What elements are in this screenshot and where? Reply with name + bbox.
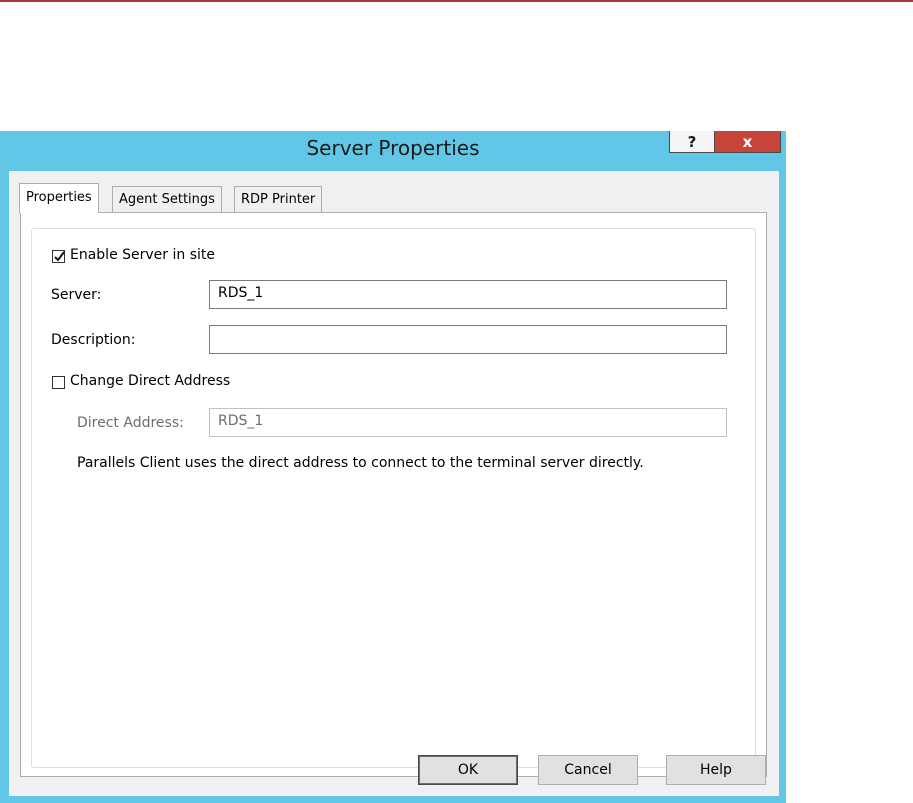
top-accent-line [0, 0, 913, 2]
tab-rdp-printer[interactable]: RDP Printer [234, 186, 323, 212]
description-input[interactable] [209, 325, 727, 354]
checkmark-icon [54, 251, 65, 262]
close-button[interactable]: x [714, 131, 781, 153]
change-direct-address-label[interactable]: Change Direct Address [70, 373, 230, 389]
direct-address-info: Parallels Client uses the direct address… [77, 455, 644, 471]
help-button[interactable]: Help [666, 755, 766, 785]
direct-address-input: RDS_1 [209, 408, 727, 437]
enable-server-label[interactable]: Enable Server in site [70, 247, 215, 263]
tab-agent-settings[interactable]: Agent Settings [112, 186, 222, 212]
title-bar[interactable]: Server Properties ? x [0, 131, 786, 171]
dialog-client-area: Properties Agent Settings RDP Printer En… [9, 171, 779, 796]
enable-server-checkbox[interactable] [52, 250, 65, 263]
properties-tab-panel: Enable Server in site Server: RDS_1 Desc… [20, 212, 767, 777]
cancel-button[interactable]: Cancel [538, 755, 638, 785]
change-direct-address-checkbox[interactable] [52, 376, 65, 389]
server-label: Server: [51, 287, 102, 303]
question-icon: ? [687, 132, 697, 151]
server-input[interactable]: RDS_1 [209, 280, 727, 309]
properties-group: Enable Server in site Server: RDS_1 Desc… [31, 228, 756, 768]
ok-button[interactable]: OK [418, 755, 518, 785]
direct-address-label: Direct Address: [77, 415, 184, 431]
tab-properties[interactable]: Properties [19, 183, 99, 213]
description-label: Description: [51, 332, 136, 348]
close-icon: x [742, 132, 753, 151]
help-title-button[interactable]: ? [669, 131, 715, 153]
server-properties-dialog: Server Properties ? x Properties Agent S… [0, 131, 786, 803]
